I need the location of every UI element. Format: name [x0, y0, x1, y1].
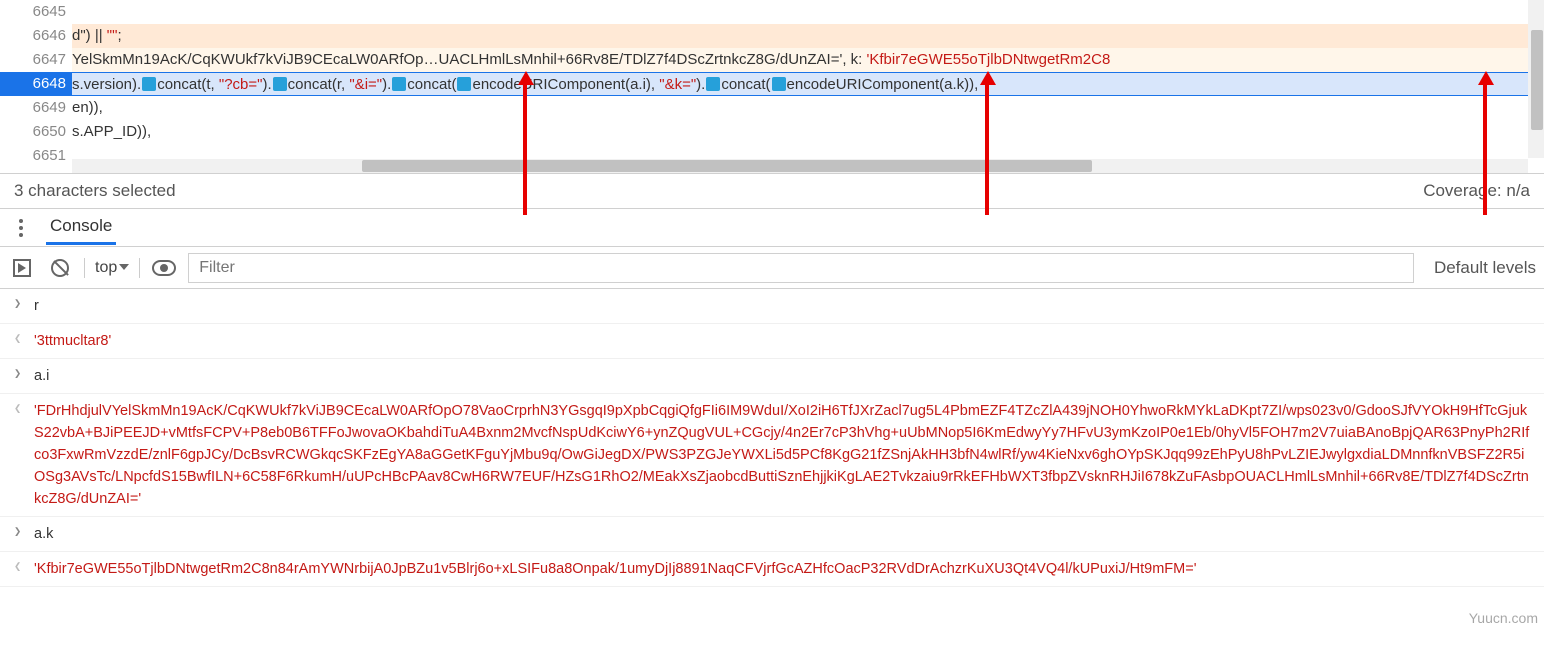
console-toolbar: top Default levels	[0, 247, 1544, 289]
console-value[interactable]: '3ttmucltar8'	[34, 330, 1534, 352]
input-chevron-icon	[14, 365, 34, 381]
code-token: concat	[407, 76, 451, 93]
selection-status: 3 characters selected	[14, 181, 176, 201]
line-number: 6651	[0, 144, 72, 168]
code-token: YelSkmMn19AcK/CqKWUkf7kViJB9CEcaLW0ARfOp…	[72, 51, 842, 68]
console-row: 'FDrHhdjulVYelSkmMn19AcK/CqKWUkf7kViJB9C…	[0, 394, 1544, 517]
code-token: (a.k)),	[939, 76, 978, 93]
console-value[interactable]: 'Kfbir7eGWE55oTjlbDNtwgetRm2C8n84rAmYWNr…	[34, 558, 1534, 580]
context-selector[interactable]: top	[95, 259, 129, 277]
code-token: ).	[262, 76, 271, 93]
console-value[interactable]: 'FDrHhdjulVYelSkmMn19AcK/CqKWUkf7kViJB9C…	[34, 400, 1534, 510]
code-line: 6645	[0, 0, 1544, 24]
line-number: 6647	[0, 48, 72, 72]
code-line: 6647 YelSkmMn19AcK/CqKWUkf7kViJB9CEcaLW0…	[0, 48, 1544, 72]
output-chevron-icon	[14, 400, 34, 416]
code-token: (	[766, 76, 771, 93]
code-token: concat	[288, 76, 332, 93]
status-bar: 3 characters selected Coverage: n/a	[0, 173, 1544, 209]
console-value[interactable]: a.i	[34, 365, 1534, 387]
console-row: '3ttmucltar8'	[0, 324, 1544, 359]
code-lines[interactable]: 6645 6646 d") || ""; 6647 YelSkmMn19AcK/…	[0, 0, 1544, 173]
code-line: 6646 d") || "";	[0, 24, 1544, 48]
code-token: "&i="	[349, 76, 382, 93]
code-token: ""	[107, 27, 118, 44]
clear-icon	[51, 259, 69, 277]
code-token: ).	[382, 76, 391, 93]
code-token: concat	[157, 76, 201, 93]
code-token: ).	[696, 76, 705, 93]
console-output[interactable]: r '3ttmucltar8' a.i 'FDrHhdjulVYelSkmMn19Ac…	[0, 289, 1544, 587]
code-line-selected[interactable]: 6648 s.version).concat(t, "?cb=").concat…	[0, 72, 1544, 96]
source-pane: 6645 6646 d") || ""; 6647 YelSkmMn19AcK/…	[0, 0, 1544, 173]
v-scrollbar[interactable]	[1528, 0, 1544, 158]
code-token: s.version).	[72, 76, 141, 93]
code-line: 6649 en)),	[0, 96, 1544, 120]
line-number: 6645	[0, 0, 72, 24]
separator	[139, 258, 140, 278]
chevron-down-icon	[119, 264, 129, 275]
kebab-menu-icon[interactable]	[10, 217, 32, 239]
code-token: concat	[721, 76, 765, 93]
continue-to-here-icon[interactable]	[142, 77, 156, 91]
watermark: Yuucn.com	[1469, 610, 1538, 626]
code-token: encodeURIComponent	[787, 76, 940, 93]
code-token: (r,	[332, 76, 350, 93]
code-token: (a.i),	[625, 76, 659, 93]
clear-console-button[interactable]	[46, 254, 74, 282]
console-row: a.i	[0, 359, 1544, 394]
code-token: s.APP_ID)),	[72, 123, 151, 140]
v-scroll-thumb[interactable]	[1531, 30, 1543, 130]
output-chevron-icon	[14, 330, 34, 346]
tab-console[interactable]: Console	[46, 210, 116, 245]
execute-button[interactable]	[8, 254, 36, 282]
console-row: a.k	[0, 517, 1544, 552]
console-value[interactable]: r	[34, 295, 1534, 317]
code-token: (	[451, 76, 456, 93]
console-row: 'Kfbir7eGWE55oTjlbDNtwgetRm2C8n84rAmYWNr…	[0, 552, 1544, 587]
console-row: r	[0, 289, 1544, 324]
continue-to-here-icon[interactable]	[273, 77, 287, 91]
code-token: 'Kfbir7eGWE55oTjlbDNtwgetRm2C8	[867, 51, 1111, 68]
code-token: en)),	[72, 99, 103, 116]
filter-input[interactable]	[188, 253, 1414, 283]
separator	[84, 258, 85, 278]
code-token: d") ||	[72, 27, 107, 44]
console-value[interactable]: a.k	[34, 523, 1534, 545]
h-scrollbar[interactable]	[72, 159, 1528, 173]
eye-icon	[152, 260, 176, 276]
code-token: ;	[117, 27, 121, 44]
code-token: "&k="	[659, 76, 696, 93]
output-chevron-icon	[14, 558, 34, 574]
log-levels[interactable]: Default levels	[1424, 258, 1536, 278]
code-line: 6650 s.APP_ID)),	[0, 120, 1544, 144]
code-token: "?cb="	[219, 76, 263, 93]
live-expression-button[interactable]	[150, 254, 178, 282]
line-number: 6650	[0, 120, 72, 144]
input-chevron-icon	[14, 523, 34, 539]
h-scroll-thumb[interactable]	[362, 160, 1092, 172]
context-label: top	[95, 259, 117, 277]
code-token: (t,	[201, 76, 219, 93]
drawer-tabs: Console	[0, 209, 1544, 247]
code-token: encodeURIComponent	[472, 76, 625, 93]
line-number: 6646	[0, 24, 72, 48]
line-number: 6648	[0, 72, 72, 96]
input-chevron-icon	[14, 295, 34, 311]
line-number: 6649	[0, 96, 72, 120]
continue-to-here-icon[interactable]	[392, 77, 406, 91]
play-frame-icon	[13, 259, 31, 277]
continue-to-here-icon[interactable]	[457, 77, 471, 91]
code-token: , k:	[842, 51, 866, 68]
continue-to-here-icon[interactable]	[706, 77, 720, 91]
coverage-status: Coverage: n/a	[1423, 181, 1530, 201]
continue-to-here-icon[interactable]	[772, 77, 786, 91]
